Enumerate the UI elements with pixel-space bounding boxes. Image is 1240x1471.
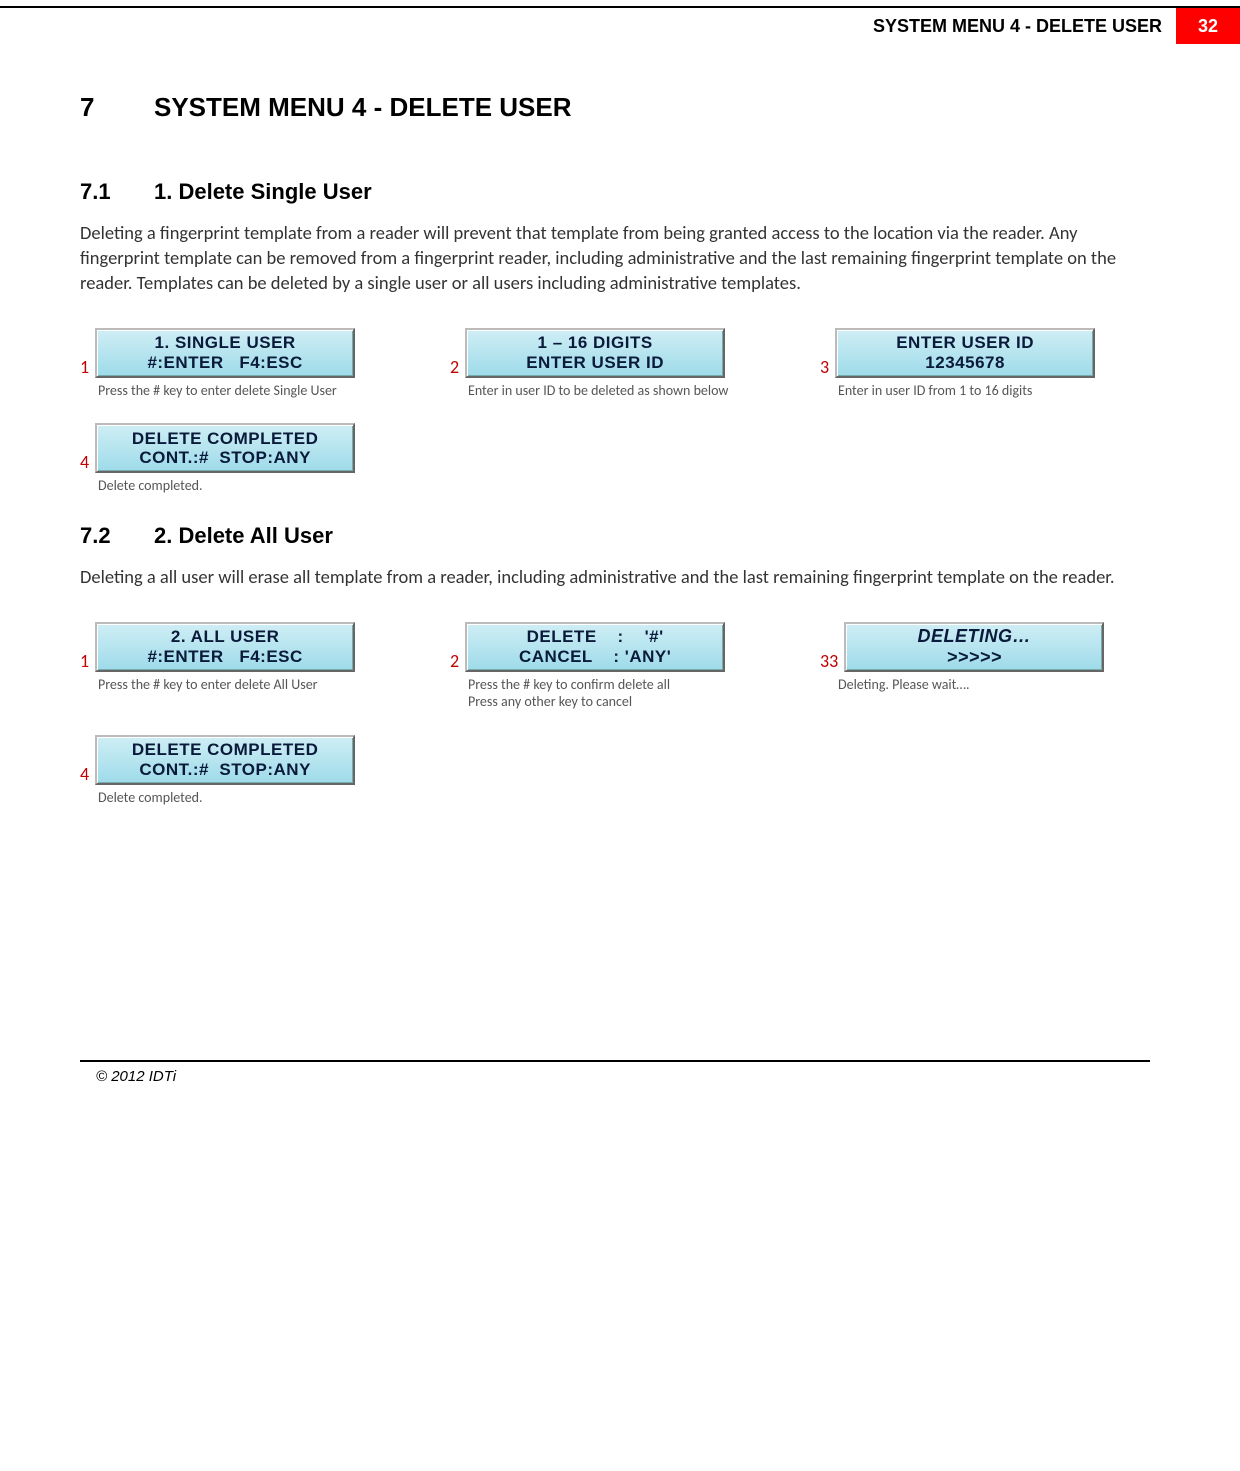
- section-heading-7-2: 7.2 2. Delete All User: [80, 523, 1150, 549]
- section-title: 1. Delete Single User: [154, 179, 372, 205]
- lcd-screen: DELETING… >>>>>: [844, 622, 1104, 672]
- step-caption: Press the # key to confirm delete allPre…: [468, 676, 750, 711]
- lcd-line: DELETING…: [917, 626, 1031, 647]
- page-header: SYSTEM MENU 4 - DELETE USER 32: [0, 8, 1240, 44]
- step-row: 4 DELETE COMPLETED CONT.:# STOP:ANY Dele…: [80, 423, 1150, 495]
- step-row: 4 DELETE COMPLETED CONT.:# STOP:ANY Dele…: [80, 735, 1150, 807]
- chapter-number: 7: [80, 92, 154, 123]
- lcd-line: #:ENTER F4:ESC: [147, 353, 302, 373]
- step-number: 4: [80, 765, 89, 785]
- step-caption: Press the # key to enter delete All User: [98, 676, 380, 694]
- header-page-number: 32: [1176, 8, 1240, 44]
- lcd-line: ENTER USER ID: [526, 353, 664, 373]
- section-number: 7.2: [80, 523, 154, 549]
- step-row: 1 2. ALL USER #:ENTER F4:ESC Press the #…: [80, 622, 1150, 711]
- section-number: 7.1: [80, 179, 154, 205]
- chapter-title: SYSTEM MENU 4 - DELETE USER: [154, 92, 572, 123]
- lcd-line: CONT.:# STOP:ANY: [139, 760, 311, 780]
- lcd-screen: DELETE COMPLETED CONT.:# STOP:ANY: [95, 423, 355, 473]
- lcd-line: ENTER USER ID: [896, 333, 1034, 353]
- lcd-line: CANCEL : 'ANY': [519, 647, 671, 667]
- step-4: 4 DELETE COMPLETED CONT.:# STOP:ANY Dele…: [80, 423, 380, 495]
- section-title: 2. Delete All User: [154, 523, 333, 549]
- step-number: 4: [80, 453, 89, 473]
- step-number: 1: [80, 358, 89, 378]
- section-body-7-2: Deleting a all user will erase all templ…: [80, 565, 1150, 590]
- step-caption: Deleting. Please wait….: [838, 676, 1120, 694]
- lcd-line: CONT.:# STOP:ANY: [139, 448, 311, 468]
- chapter-heading: 7 SYSTEM MENU 4 - DELETE USER: [80, 92, 1150, 123]
- lcd-line: #:ENTER F4:ESC: [147, 647, 302, 667]
- step-2: 2 1 – 16 DIGITS ENTER USER ID Enter in u…: [450, 328, 750, 400]
- lcd-screen: ENTER USER ID 12345678: [835, 328, 1095, 378]
- step-caption: Delete completed.: [98, 477, 380, 495]
- step-number: 2: [450, 358, 459, 378]
- step-4: 4 DELETE COMPLETED CONT.:# STOP:ANY Dele…: [80, 735, 380, 807]
- lcd-line: 12345678: [925, 353, 1005, 373]
- header-title: SYSTEM MENU 4 - DELETE USER: [859, 8, 1176, 44]
- lcd-line: DELETE COMPLETED: [132, 740, 319, 760]
- section-heading-7-1: 7.1 1. Delete Single User: [80, 179, 1150, 205]
- lcd-line: 1 – 16 DIGITS: [538, 333, 653, 353]
- step-1: 1 1. SINGLE USER #:ENTER F4:ESC Press th…: [80, 328, 380, 400]
- step-row: 1 1. SINGLE USER #:ENTER F4:ESC Press th…: [80, 328, 1150, 400]
- step-caption: Enter in user ID from 1 to 16 digits: [838, 382, 1120, 400]
- lcd-line: 1. SINGLE USER: [155, 333, 296, 353]
- step-number: 33: [820, 652, 838, 672]
- step-number: 3: [820, 358, 829, 378]
- lcd-line: 2. ALL USER: [171, 627, 279, 647]
- lcd-screen: 1 – 16 DIGITS ENTER USER ID: [465, 328, 725, 378]
- lcd-screen: 1. SINGLE USER #:ENTER F4:ESC: [95, 328, 355, 378]
- section-body-7-1: Deleting a fingerprint template from a r…: [80, 221, 1150, 296]
- page-content: 7 SYSTEM MENU 4 - DELETE USER 7.1 1. Del…: [0, 92, 1240, 1060]
- step-33: 33 DELETING… >>>>> Deleting. Please wait…: [820, 622, 1120, 694]
- lcd-screen: DELETE : '#' CANCEL : 'ANY': [465, 622, 725, 672]
- footer-copyright: © 2012 IDTi: [0, 1062, 1240, 1099]
- lcd-screen: 2. ALL USER #:ENTER F4:ESC: [95, 622, 355, 672]
- lcd-screen: DELETE COMPLETED CONT.:# STOP:ANY: [95, 735, 355, 785]
- lcd-line: DELETE : '#': [527, 627, 664, 647]
- lcd-line: DELETE COMPLETED: [132, 429, 319, 449]
- step-2: 2 DELETE : '#' CANCEL : 'ANY' Press the …: [450, 622, 750, 711]
- step-3: 3 ENTER USER ID 12345678 Enter in user I…: [820, 328, 1120, 400]
- step-1: 1 2. ALL USER #:ENTER F4:ESC Press the #…: [80, 622, 380, 694]
- step-caption: Delete completed.: [98, 789, 380, 807]
- step-caption: Enter in user ID to be deleted as shown …: [468, 382, 750, 400]
- lcd-line: >>>>>: [947, 647, 1002, 668]
- step-number: 2: [450, 652, 459, 672]
- step-number: 1: [80, 652, 89, 672]
- step-caption: Press the # key to enter delete Single U…: [98, 382, 380, 400]
